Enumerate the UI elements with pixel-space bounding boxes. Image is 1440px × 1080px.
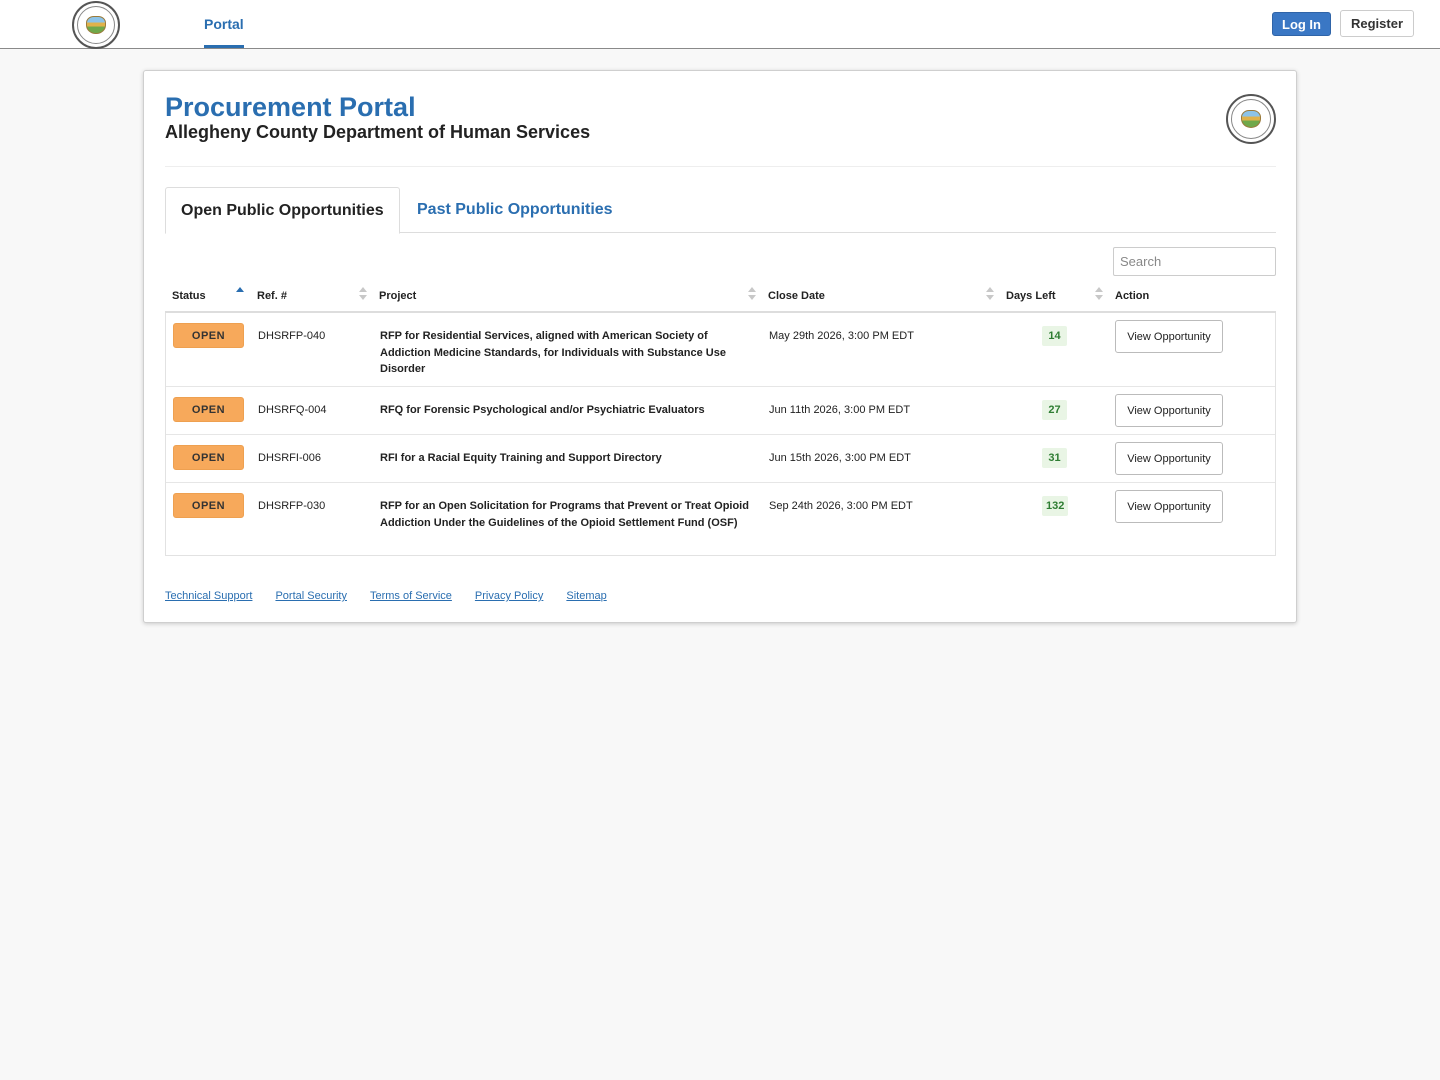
portal-card: Procurement Portal Allegheny County Depa… xyxy=(143,70,1297,623)
sort-arrows-icon[interactable] xyxy=(748,287,756,303)
column-header-action: Action xyxy=(1115,290,1150,302)
days-left-badge: 14 xyxy=(1042,326,1067,346)
register-button[interactable]: Register xyxy=(1340,10,1414,37)
days-left-badge: 31 xyxy=(1042,448,1067,468)
status-badge: OPEN xyxy=(173,397,244,422)
table-row: OPEN DHSRFP-040 RFP for Residential Serv… xyxy=(166,313,1275,386)
tab-past-opportunities[interactable]: Past Public Opportunities xyxy=(417,187,613,233)
sort-arrows-icon[interactable] xyxy=(986,287,994,303)
status-badge: OPEN xyxy=(173,323,244,348)
opportunity-tabs: Open Public Opportunities Past Public Op… xyxy=(165,187,1276,234)
county-seal-icon xyxy=(1226,94,1276,144)
sort-asc-icon[interactable] xyxy=(236,287,244,303)
column-header-days-left[interactable]: Days Left xyxy=(1006,290,1056,302)
column-header-project[interactable]: Project xyxy=(379,290,416,302)
login-button[interactable]: Log In xyxy=(1272,12,1331,36)
column-header-ref[interactable]: Ref. # xyxy=(257,290,287,302)
project-title: RFQ for Forensic Psychological and/or Ps… xyxy=(380,404,705,416)
sort-arrows-icon[interactable] xyxy=(359,287,367,303)
page-title: Procurement Portal xyxy=(165,92,416,122)
county-seal-icon[interactable] xyxy=(72,1,120,49)
nav-tab-portal[interactable]: Portal xyxy=(204,0,244,48)
footer-link-sitemap[interactable]: Sitemap xyxy=(566,590,606,602)
close-date: Jun 11th 2026, 3:00 PM EDT xyxy=(769,404,911,416)
close-date: Sep 24th 2026, 3:00 PM EDT xyxy=(769,500,913,512)
search-input[interactable] xyxy=(1113,247,1276,276)
close-date: May 29th 2026, 3:00 PM EDT xyxy=(769,330,914,342)
top-navbar: Portal Log In Register xyxy=(0,0,1440,49)
view-opportunity-button[interactable]: View Opportunity xyxy=(1115,490,1223,523)
footer-link-technical-support[interactable]: Technical Support xyxy=(165,590,252,602)
column-header-status[interactable]: Status xyxy=(172,290,206,302)
table-row: OPEN DHSRFI-006 RFI for a Racial Equity … xyxy=(166,434,1275,482)
status-badge: OPEN xyxy=(173,445,244,470)
footer-links: Technical Support Portal Security Terms … xyxy=(165,590,607,602)
table-body: OPEN DHSRFP-040 RFP for Residential Serv… xyxy=(165,313,1276,556)
view-opportunity-button[interactable]: View Opportunity xyxy=(1115,442,1223,475)
status-badge: OPEN xyxy=(173,493,244,518)
ref-number: DHSRFI-006 xyxy=(258,452,321,464)
tab-open-opportunities[interactable]: Open Public Opportunities xyxy=(165,187,400,234)
ref-number: DHSRFP-030 xyxy=(258,500,326,512)
close-date: Jun 15th 2026, 3:00 PM EDT xyxy=(769,452,911,464)
view-opportunity-button[interactable]: View Opportunity xyxy=(1115,320,1223,353)
footer-link-privacy-policy[interactable]: Privacy Policy xyxy=(475,590,543,602)
opportunities-table: Status Ref. # Project Close Date Days Le… xyxy=(165,281,1276,556)
column-header-close-date[interactable]: Close Date xyxy=(768,290,825,302)
page-subtitle: Allegheny County Department of Human Ser… xyxy=(165,122,591,142)
project-title: RFP for Residential Services, aligned wi… xyxy=(380,330,726,375)
view-opportunity-button[interactable]: View Opportunity xyxy=(1115,394,1223,427)
header-divider xyxy=(165,166,1276,167)
footer-link-portal-security[interactable]: Portal Security xyxy=(275,590,347,602)
ref-number: DHSRFQ-004 xyxy=(258,404,327,416)
days-left-badge: 132 xyxy=(1042,496,1069,516)
table-row: OPEN DHSRFP-030 RFP for an Open Solicita… xyxy=(166,482,1275,555)
project-title: RFP for an Open Solicitation for Program… xyxy=(380,500,749,529)
table-header: Status Ref. # Project Close Date Days Le… xyxy=(165,281,1276,313)
sort-arrows-icon[interactable] xyxy=(1095,287,1103,303)
table-row: OPEN DHSRFQ-004 RFQ for Forensic Psychol… xyxy=(166,386,1275,434)
ref-number: DHSRFP-040 xyxy=(258,330,326,342)
days-left-badge: 27 xyxy=(1042,400,1067,420)
project-title: RFI for a Racial Equity Training and Sup… xyxy=(380,452,662,464)
footer-link-terms-of-service[interactable]: Terms of Service xyxy=(370,590,452,602)
